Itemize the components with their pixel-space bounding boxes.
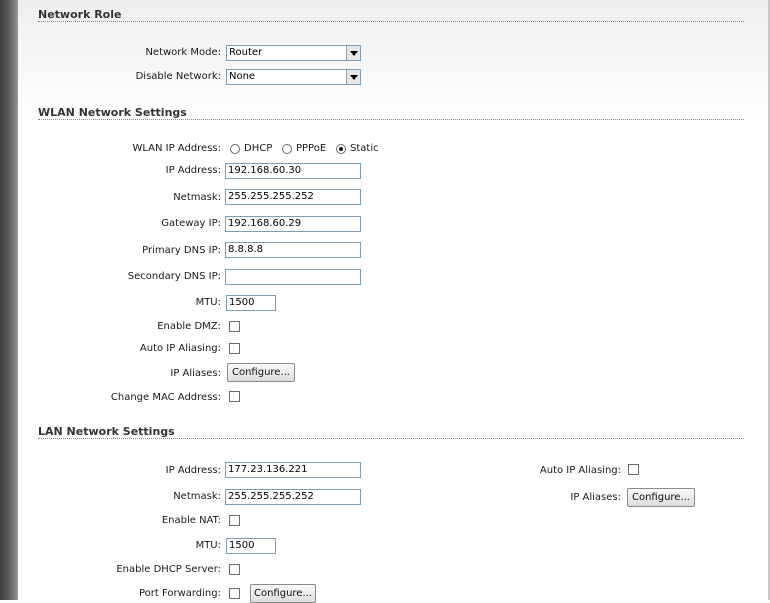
lan-netmask-input[interactable]: 255.255.255.252 [225, 489, 361, 505]
gateway-ip-label: Gateway IP: [161, 218, 221, 229]
radio-pppoe-label: PPPoE [296, 143, 327, 154]
enable-nat-checkbox[interactable] [229, 515, 240, 526]
enable-dhcp-label: Enable DHCP Server: [116, 564, 221, 575]
lan-auto-ip-aliasing-checkbox[interactable] [628, 464, 639, 475]
disable-network-select[interactable]: None [226, 69, 361, 85]
section-divider [38, 438, 744, 439]
radio-dhcp[interactable] [230, 144, 240, 154]
primary-dns-label: Primary DNS IP: [142, 245, 221, 256]
enable-dmz-checkbox[interactable] [229, 321, 240, 332]
wlan-ip-mode-label: WLAN IP Address: [132, 143, 221, 154]
primary-dns-input[interactable]: 8.8.8.8 [225, 242, 361, 258]
lan-ip-address-label: IP Address: [165, 465, 221, 476]
section-divider [38, 21, 744, 22]
lan-ip-aliases-configure-button[interactable]: Configure... [627, 488, 695, 507]
port-forwarding-checkbox[interactable] [229, 588, 240, 599]
lan-auto-ip-aliasing-label: Auto IP Aliasing: [539, 465, 621, 476]
wlan-ip-aliases-label: IP Aliases: [170, 368, 221, 379]
section-divider [38, 119, 744, 120]
wlan-auto-ip-aliasing-label: Auto IP Aliasing: [139, 343, 221, 354]
enable-dmz-label: Enable DMZ: [157, 321, 221, 332]
lan-mtu-input[interactable]: 1500 [226, 538, 276, 554]
wlan-ip-address-input[interactable]: 192.168.60.30 [225, 163, 361, 179]
chevron-down-icon[interactable] [346, 46, 360, 60]
wlan-auto-ip-aliasing-checkbox[interactable] [229, 343, 240, 354]
wlan-ip-address-label: IP Address: [165, 165, 221, 176]
network-mode-label: Network Mode: [145, 47, 221, 58]
wlan-ip-aliases-configure-button[interactable]: Configure... [227, 363, 295, 382]
wlan-netmask-input[interactable]: 255.255.255.252 [225, 189, 361, 205]
section-title-wlan: WLAN Network Settings [38, 106, 187, 119]
enable-nat-label: Enable NAT: [161, 515, 221, 526]
section-title-network-role: Network Role [38, 8, 122, 21]
wlan-mtu-label: MTU: [195, 297, 221, 308]
radio-static-label: Static [350, 143, 379, 154]
section-title-lan: LAN Network Settings [38, 425, 175, 438]
radio-dhcp-label: DHCP [244, 143, 273, 154]
lan-netmask-label: Netmask: [173, 491, 221, 502]
network-mode-value: Router [229, 47, 263, 58]
disable-network-value: None [229, 71, 256, 82]
port-forwarding-configure-button[interactable]: Configure... [250, 584, 316, 603]
radio-static[interactable] [336, 144, 346, 154]
change-mac-label: Change MAC Address: [110, 392, 221, 403]
network-mode-select[interactable]: Router [226, 45, 361, 61]
wlan-netmask-label: Netmask: [173, 192, 221, 203]
disable-network-label: Disable Network: [135, 71, 221, 82]
secondary-dns-label: Secondary DNS IP: [127, 271, 221, 282]
lan-ip-address-input[interactable]: 177.23.136.221 [225, 462, 361, 478]
gateway-ip-input[interactable]: 192.168.60.29 [225, 216, 361, 232]
chevron-down-icon[interactable] [346, 70, 360, 84]
enable-dhcp-checkbox[interactable] [229, 564, 240, 575]
port-forwarding-label: Port Forwarding: [138, 588, 221, 599]
lan-mtu-label: MTU: [195, 540, 221, 551]
left-frame-edge [0, 0, 18, 600]
radio-pppoe[interactable] [282, 144, 292, 154]
change-mac-checkbox[interactable] [229, 391, 240, 402]
secondary-dns-input[interactable] [225, 269, 361, 285]
wlan-mtu-input[interactable]: 1500 [226, 295, 276, 311]
network-settings-panel: Network Role Network Mode: Router Disabl… [18, 0, 768, 603]
lan-ip-aliases-label: IP Aliases: [570, 492, 621, 503]
